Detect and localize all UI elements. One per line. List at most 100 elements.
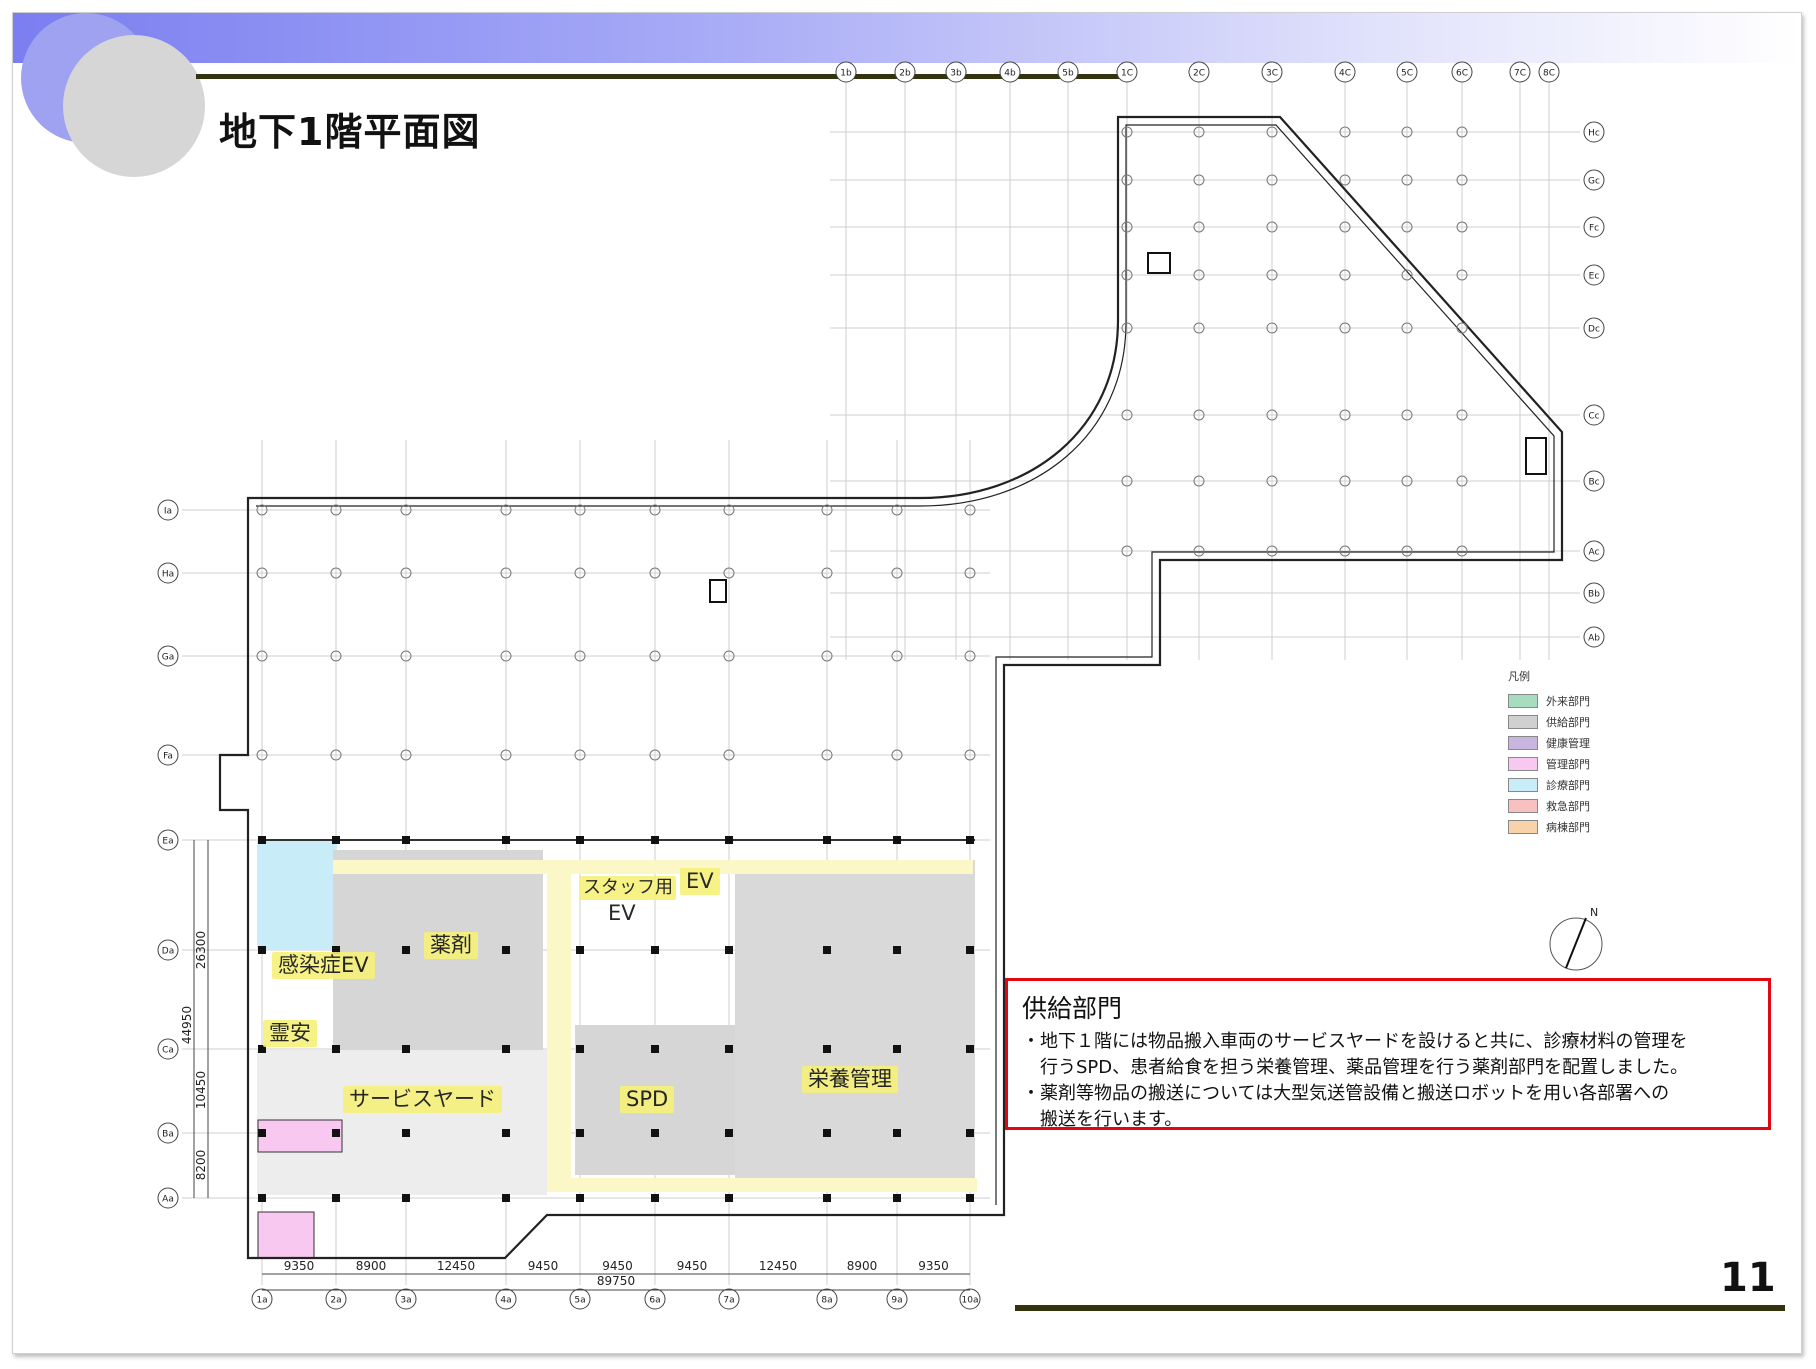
grid-bubble-label: 6C xyxy=(1456,69,1468,79)
zone-nutrition xyxy=(735,860,975,1180)
grid-bubble-label: Ac xyxy=(1589,548,1600,558)
legend-label: 供給部門 xyxy=(1546,715,1590,729)
room-label-ev: EV xyxy=(680,868,720,896)
dim-label: 9450 xyxy=(528,1259,559,1273)
corridor-2 xyxy=(547,870,571,1190)
dim-label: 8200 xyxy=(194,1150,208,1181)
dim-label: 9350 xyxy=(284,1259,315,1273)
column xyxy=(651,1129,659,1137)
column xyxy=(823,1129,831,1137)
grid-bubble-label: 7a xyxy=(723,1296,734,1306)
grid-bubble-label: 2a xyxy=(330,1296,341,1306)
grid-bubble-label: 2C xyxy=(1193,69,1205,79)
column xyxy=(332,1129,340,1137)
column xyxy=(576,1129,584,1137)
grid-bubble-label: 4C xyxy=(1339,69,1351,79)
dim-total-label: 89750 xyxy=(597,1274,635,1288)
legend-swatch xyxy=(1508,819,1538,834)
legend-item: 健康管理 xyxy=(1508,732,1590,753)
column xyxy=(966,1129,974,1137)
info-line: ・薬剤等物品の搬送については大型気送管設備と搬送ロボットを用い各部署への xyxy=(1022,1083,1670,1104)
legend-item: 管理部門 xyxy=(1508,753,1590,774)
column xyxy=(966,1194,974,1202)
column xyxy=(893,1194,901,1202)
grid-bubble-label: Ab xyxy=(1588,634,1600,644)
column xyxy=(332,1045,340,1053)
info-box: 供給部門 ・地下１階には物品搬入車両のサービスヤードを設けると共に、診療材料の管… xyxy=(1005,978,1771,1130)
column xyxy=(576,1194,584,1202)
column xyxy=(651,836,659,844)
column xyxy=(402,1129,410,1137)
column xyxy=(893,1129,901,1137)
grid-bubble-label: Da xyxy=(162,947,174,957)
grid-bubble-label: 1C xyxy=(1121,69,1133,79)
column xyxy=(258,946,266,954)
room-label-pharmacy: 薬剤 xyxy=(424,932,478,960)
grid-bubble-label: Ha xyxy=(162,570,174,580)
column xyxy=(258,1194,266,1202)
column xyxy=(402,1045,410,1053)
legend-swatch xyxy=(1508,756,1538,771)
column xyxy=(502,1045,510,1053)
column xyxy=(502,1129,510,1137)
legend-label: 救急部門 xyxy=(1546,799,1590,813)
dim-label: 8900 xyxy=(356,1259,387,1273)
legend-item: 供給部門 xyxy=(1508,711,1590,732)
column xyxy=(502,1194,510,1202)
grid-bubble-label: Dc xyxy=(1588,325,1600,335)
column xyxy=(823,1194,831,1202)
legend-label: 診療部門 xyxy=(1546,778,1590,792)
column xyxy=(402,836,410,844)
grid-bubble-label: 4a xyxy=(500,1296,511,1306)
room-label-mortuary: 霊安 xyxy=(263,1020,317,1048)
grid-bubble-label: 3C xyxy=(1266,69,1278,79)
zone-admin-2 xyxy=(257,1211,315,1259)
grid-bubble-label: 6a xyxy=(649,1296,660,1306)
legend-swatch xyxy=(1508,777,1538,792)
grid-bubble-label: Ea xyxy=(162,837,173,847)
dim-label: 26300 xyxy=(194,931,208,969)
grid-bubble-label: Aa xyxy=(162,1195,174,1205)
legend-label: 外来部門 xyxy=(1546,694,1590,708)
column xyxy=(258,1129,266,1137)
legend-item: 救急部門 xyxy=(1508,795,1590,816)
dim-label: 10450 xyxy=(194,1071,208,1109)
dim-label: 9450 xyxy=(602,1259,633,1273)
grid-bubble-label: Ga xyxy=(162,653,175,663)
column xyxy=(893,946,901,954)
column xyxy=(966,946,974,954)
column-box xyxy=(1147,252,1171,274)
legend-item: 診療部門 xyxy=(1508,774,1590,795)
corridor-3 xyxy=(547,1178,977,1192)
grid-bubble-label: Fc xyxy=(1589,224,1599,234)
stair-box xyxy=(1525,437,1547,475)
room-label-staff-ev: スタッフ用 xyxy=(580,876,676,900)
dim-label: 12450 xyxy=(437,1259,475,1273)
room-label-spd: SPD xyxy=(620,1086,675,1114)
info-line: ・地下１階には物品搬入車両のサービスヤードを設けると共に、診療材料の管理を xyxy=(1022,1031,1688,1052)
legend-label: 健康管理 xyxy=(1546,736,1590,750)
column xyxy=(725,946,733,954)
dim-label: 9350 xyxy=(918,1259,949,1273)
legend-label: 管理部門 xyxy=(1546,757,1590,771)
grid-bubble-label: Gc xyxy=(1588,177,1600,187)
column xyxy=(725,1194,733,1202)
grid-bubble-label: Ec xyxy=(1589,272,1600,282)
column xyxy=(893,836,901,844)
legend-swatch xyxy=(1508,735,1538,750)
grid-bubble-label: Ba xyxy=(162,1130,174,1140)
grid-bubble-label: 1a xyxy=(256,1296,267,1306)
grid-bubble-label: Bb xyxy=(1588,590,1600,600)
grid-bubble-label: 7C xyxy=(1514,69,1526,79)
column-box xyxy=(709,579,727,603)
zone-admin-1 xyxy=(257,1119,343,1153)
column xyxy=(502,946,510,954)
grid-bubble-label: Hc xyxy=(1588,129,1600,139)
room-label-nutrition: 栄養管理 xyxy=(802,1066,898,1094)
page-number: 11 xyxy=(1720,1255,1776,1301)
grid-bubble-label: 3b xyxy=(950,69,962,79)
column xyxy=(402,946,410,954)
legend-title: 凡例 xyxy=(1508,670,1530,683)
column xyxy=(966,836,974,844)
grid-bubble-label: 5a xyxy=(574,1296,585,1306)
